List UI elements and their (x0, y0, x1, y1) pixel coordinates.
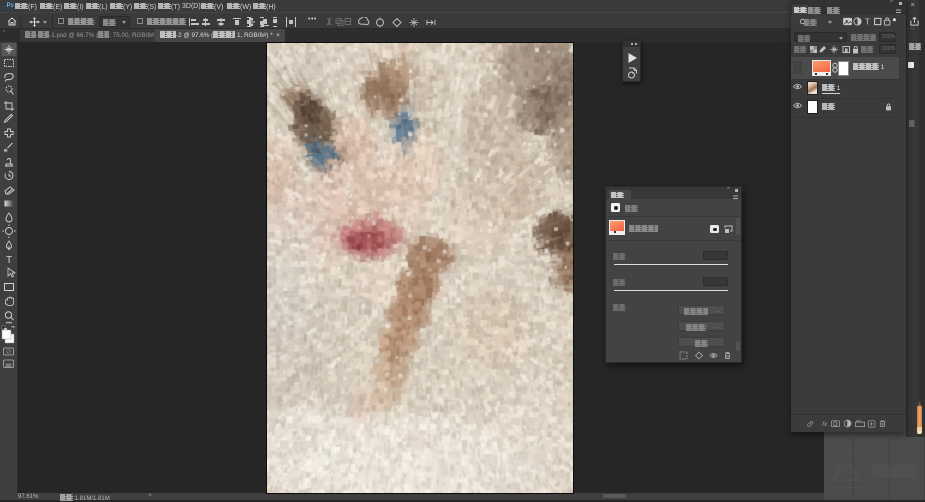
svg-text:fx: fx (822, 421, 828, 428)
svg-text:T: T (6, 255, 12, 266)
svg-text:T: T (865, 18, 870, 27)
svg-text:•••: ••• (6, 321, 12, 327)
